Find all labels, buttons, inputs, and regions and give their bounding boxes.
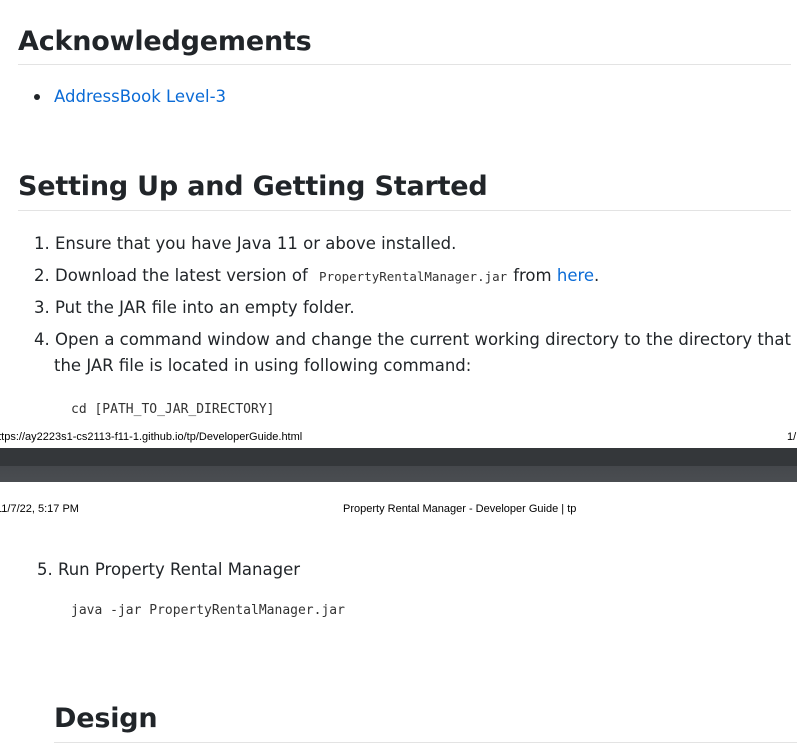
print-header-title: Property Rental Manager - Developer Guid… bbox=[343, 503, 577, 515]
step-number: 4. bbox=[34, 330, 50, 349]
print-header-datetime: 11/7/22, 5:17 PM bbox=[0, 503, 79, 515]
step-text: Put the JAR file into an empty folder. bbox=[55, 298, 355, 317]
bullet-icon bbox=[34, 94, 40, 100]
heading-divider bbox=[18, 210, 791, 211]
step-text: Download the latest version of bbox=[55, 266, 308, 285]
cd-command-code: cd [PATH_TO_JAR_DIRECTORY] bbox=[71, 402, 275, 417]
step-number: 3. bbox=[34, 298, 50, 317]
step-text: Open a command window and change the cur… bbox=[55, 330, 791, 349]
step-number: 1. bbox=[34, 234, 50, 253]
step-4-continued: the JAR file is located in using followi… bbox=[54, 356, 472, 375]
print-footer-url: https://ay2223s1-cs2113-f11-1.github.io/… bbox=[0, 431, 303, 443]
heading-divider bbox=[18, 64, 791, 65]
step-1: 1. Ensure that you have Java 11 or above… bbox=[34, 234, 456, 254]
jar-filename-code: PropertyRentalManager.jar bbox=[319, 269, 508, 284]
step-3: 3. Put the JAR file into an empty folder… bbox=[34, 298, 355, 318]
step-text: Ensure that you have Java 11 or above in… bbox=[55, 234, 457, 253]
download-here-link[interactable]: here bbox=[557, 266, 594, 285]
acknowledgements-heading: Acknowledgements bbox=[18, 26, 312, 57]
step-number: 5. bbox=[37, 560, 53, 579]
step-number: 2. bbox=[34, 266, 50, 285]
step-2: 2. Download the latest version of Proper… bbox=[34, 266, 599, 287]
addressbook-link[interactable]: AddressBook Level-3 bbox=[54, 87, 226, 107]
setup-heading: Setting Up and Getting Started bbox=[18, 171, 488, 202]
step-4: 4. Open a command window and change the … bbox=[34, 330, 791, 350]
java-run-command-code: java -jar PropertyRentalManager.jar bbox=[71, 603, 345, 618]
heading-divider bbox=[54, 742, 797, 743]
step-text: from bbox=[513, 266, 552, 285]
print-footer-page: 1/ bbox=[787, 431, 797, 443]
page-separator-shadow bbox=[0, 448, 797, 466]
step-5: 5. Run Property Rental Manager bbox=[37, 560, 300, 580]
design-heading: Design bbox=[54, 703, 158, 734]
step-text: Run Property Rental Manager bbox=[58, 560, 301, 579]
step-text: . bbox=[594, 266, 600, 285]
